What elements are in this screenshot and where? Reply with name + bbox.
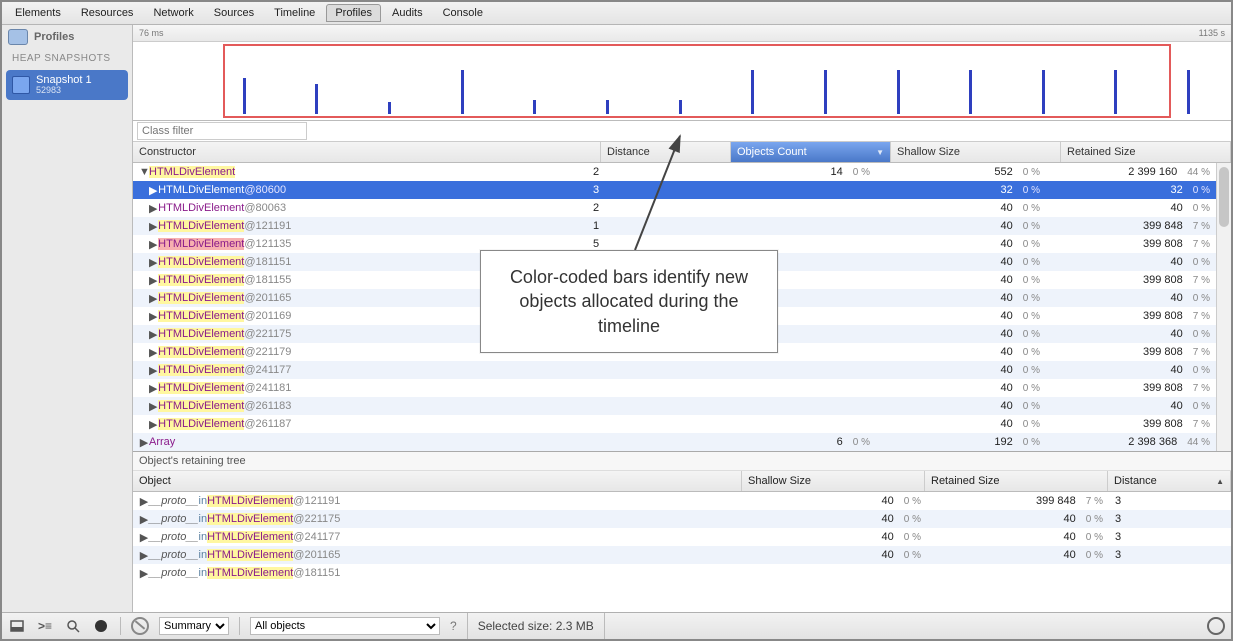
view-select-summary[interactable]: Summary (159, 617, 229, 635)
retain-row[interactable]: ▶ __proto__ in HTMLDivElement @241177400… (133, 528, 1231, 546)
tab-resources[interactable]: Resources (72, 4, 143, 22)
col-objects-count[interactable]: Objects Count▼ (731, 142, 891, 162)
profiles-icon (8, 29, 28, 45)
dock-icon[interactable] (8, 617, 26, 635)
disclosure-triangle-icon[interactable]: ▼ (139, 166, 149, 178)
tab-profiles[interactable]: Profiles (326, 4, 381, 22)
allocation-bar (315, 84, 318, 114)
timeline-start-label: 76 ms (139, 28, 164, 38)
allocation-bar (388, 102, 391, 114)
col-constructor[interactable]: Constructor (133, 142, 601, 162)
allocation-bar (1114, 70, 1117, 114)
class-filter-input[interactable] (137, 122, 307, 140)
scrollbar-thumb[interactable] (1219, 167, 1229, 227)
allocation-bar (824, 70, 827, 114)
tab-timeline[interactable]: Timeline (265, 4, 324, 22)
disclosure-triangle-icon[interactable]: ▶ (148, 238, 158, 251)
disclosure-triangle-icon[interactable]: ▶ (148, 292, 158, 305)
settings-gear-icon[interactable] (1207, 617, 1225, 635)
status-bar: >≡ Summary All objects ? Selected size: … (2, 612, 1231, 639)
allocation-bar (969, 70, 972, 114)
heap-row[interactable]: ▶ HTMLDivElement @261187400 %399 8087 % (133, 415, 1217, 433)
retain-row[interactable]: ▶ __proto__ in HTMLDivElement @221175400… (133, 510, 1231, 528)
help-icon[interactable]: ? (450, 619, 457, 633)
tab-sources[interactable]: Sources (205, 4, 263, 22)
allocation-bar (679, 100, 682, 114)
allocation-bar (533, 100, 536, 114)
disclosure-triangle-icon[interactable]: ▶ (148, 220, 158, 233)
console-toggle-icon[interactable]: >≡ (36, 617, 54, 635)
disclosure-triangle-icon[interactable]: ▶ (139, 549, 149, 562)
timeline-selection-box[interactable] (223, 44, 1171, 118)
allocation-bar (751, 70, 754, 114)
heap-row[interactable]: ▶ HTMLDivElement @241181400 %399 8087 % (133, 379, 1217, 397)
vertical-scrollbar[interactable] (1216, 163, 1231, 451)
allocation-bar (606, 100, 609, 114)
disclosure-triangle-icon[interactable]: ▶ (148, 310, 158, 323)
snapshot-item[interactable]: Snapshot 1 52983 (6, 70, 128, 100)
tab-elements[interactable]: Elements (6, 4, 70, 22)
retain-col-distance[interactable]: Distance▲ (1108, 471, 1231, 491)
search-icon[interactable] (64, 617, 82, 635)
col-shallow-size[interactable]: Shallow Size (891, 142, 1061, 162)
disclosure-triangle-icon[interactable]: ▶ (139, 513, 149, 526)
disclosure-triangle-icon[interactable]: ▶ (148, 274, 158, 287)
sort-asc-icon: ▲ (1216, 477, 1224, 486)
disclosure-triangle-icon[interactable]: ▶ (139, 495, 149, 508)
heap-row[interactable]: ▶ Array60 %1920 %2 398 36844 % (133, 433, 1217, 451)
disclosure-triangle-icon[interactable]: ▶ (148, 382, 158, 395)
disclosure-triangle-icon[interactable]: ▶ (139, 531, 149, 544)
retain-col-shallow[interactable]: Shallow Size (742, 471, 925, 491)
sort-desc-icon: ▼ (876, 148, 884, 157)
record-icon[interactable] (92, 617, 110, 635)
disclosure-triangle-icon[interactable]: ▶ (148, 418, 158, 431)
allocation-bar (243, 78, 246, 114)
annotation-arrow (580, 130, 700, 260)
disclosure-triangle-icon[interactable]: ▶ (148, 346, 158, 359)
heap-row[interactable]: ▶ HTMLDivElement @241177400 %400 % (133, 361, 1217, 379)
tab-console[interactable]: Console (434, 4, 492, 22)
clear-icon[interactable] (131, 617, 149, 635)
allocation-bar (1042, 70, 1045, 114)
disclosure-triangle-icon[interactable]: ▶ (148, 328, 158, 341)
annotation-callout: Color-coded bars identify new objects al… (480, 250, 778, 353)
snapshot-size: 52983 (36, 86, 92, 96)
sidebar-section-heap: HEAP SNAPSHOTS (2, 49, 132, 68)
disclosure-triangle-icon[interactable]: ▶ (148, 184, 158, 197)
allocation-timeline[interactable]: 76 ms 1135 s (133, 25, 1231, 121)
devtools-tab-bar: Elements Resources Network Sources Timel… (2, 2, 1231, 25)
heap-row[interactable]: ▶ HTMLDivElement @261183400 %400 % (133, 397, 1217, 415)
disclosure-triangle-icon[interactable]: ▶ (148, 256, 158, 269)
disclosure-triangle-icon[interactable]: ▶ (148, 364, 158, 377)
profiles-sidebar: Profiles HEAP SNAPSHOTS Snapshot 1 52983 (2, 25, 133, 612)
retain-col-object[interactable]: Object (133, 471, 742, 491)
allocation-bar (1187, 70, 1190, 114)
allocation-bar (897, 70, 900, 114)
timeline-end-label: 1135 s (1199, 28, 1225, 38)
sidebar-title: Profiles (34, 31, 74, 43)
retain-row[interactable]: ▶ __proto__ in HTMLDivElement @181151 (133, 564, 1231, 582)
selected-size-label: Selected size: 2.3 MB (467, 613, 605, 639)
retain-row[interactable]: ▶ __proto__ in HTMLDivElement @121191400… (133, 492, 1231, 510)
retain-col-retained[interactable]: Retained Size (925, 471, 1108, 491)
view-select-objects[interactable]: All objects (250, 617, 440, 635)
disclosure-triangle-icon[interactable]: ▶ (148, 400, 158, 413)
snapshot-icon (12, 76, 30, 94)
tab-network[interactable]: Network (144, 4, 202, 22)
tab-audits[interactable]: Audits (383, 4, 432, 22)
col-retained-size[interactable]: Retained Size (1061, 142, 1231, 162)
disclosure-triangle-icon[interactable]: ▶ (139, 436, 149, 449)
retain-row[interactable]: ▶ __proto__ in HTMLDivElement @201165400… (133, 546, 1231, 564)
retaining-tree-panel: Object's retaining tree Object Shallow S… (133, 451, 1231, 612)
retaining-tree-title: Object's retaining tree (133, 452, 1231, 471)
disclosure-triangle-icon[interactable]: ▶ (139, 567, 149, 580)
disclosure-triangle-icon[interactable]: ▶ (148, 202, 158, 215)
allocation-bar (461, 70, 464, 114)
